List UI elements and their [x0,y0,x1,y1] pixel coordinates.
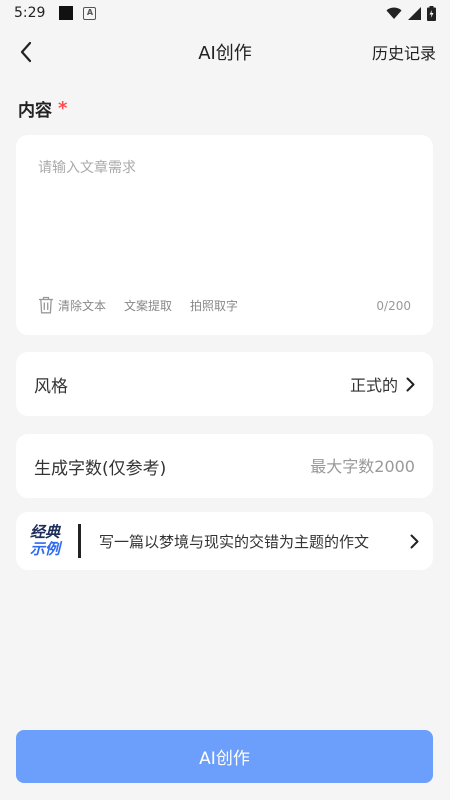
content-tools: 清除文本 文案提取 拍照取字 [38,296,238,314]
a-badge-icon: A [83,6,97,20]
style-selector[interactable]: 风格 正式的 [16,352,433,416]
example-arrow [410,534,419,549]
example-badge-line1: 经典 [30,523,61,541]
content-card: 清除文本 文案提取 拍照取字 0/200 [16,135,433,335]
extract-text-label: 文案提取 [124,298,173,313]
word-count-row: 生成字数(仅参考) [16,434,433,498]
extract-text-button[interactable]: 文案提取 [124,297,172,314]
style-value-group: 正式的 [350,372,415,396]
example-card[interactable]: 经典 示例 写一篇以梦境与现实的交错为主题的作文 [16,512,433,570]
signal-icon [408,6,421,20]
ai-create-button[interactable]: AI创作 [16,730,433,783]
wifi-icon [386,7,402,19]
word-count-input[interactable] [255,456,415,476]
content-input[interactable] [38,157,414,285]
example-text: 写一篇以梦境与现实的交错为主题的作文 [99,532,370,551]
status-time: 5:29 [14,5,46,21]
nav-bar: AI创作 历史记录 [0,26,450,78]
page-title: AI创作 [198,43,252,64]
back-button[interactable] [12,38,40,66]
style-value: 正式的 [349,376,398,395]
status-bar: 5:29 A [0,0,450,26]
history-button[interactable]: 历史记录 [372,40,436,64]
example-badge-line2: 示例 [30,540,61,558]
required-mark: * [58,98,68,119]
style-label: 风格 [34,376,68,397]
battery-icon [427,5,436,21]
content-section-label: 内容 * [18,96,67,121]
content-label: 内容 [18,101,52,121]
word-count-label: 生成字数(仅参考) [34,458,167,479]
photo-ocr-button[interactable]: 拍照取字 [190,297,238,314]
trash-icon [39,296,53,314]
char-count: 0/200 [376,299,411,313]
clear-text-button[interactable]: 清除文本 [38,296,106,314]
photo-ocr-label: 拍照取字 [190,298,239,313]
example-divider [78,524,82,558]
chevron-left-icon [20,41,32,63]
clear-text-label: 清除文本 [58,298,107,313]
example-badge: 经典 示例 [30,524,60,558]
chevron-right-icon [406,377,415,391]
chevron-right-icon [410,534,419,548]
square-icon [59,6,74,20]
status-right-icons [386,5,436,21]
